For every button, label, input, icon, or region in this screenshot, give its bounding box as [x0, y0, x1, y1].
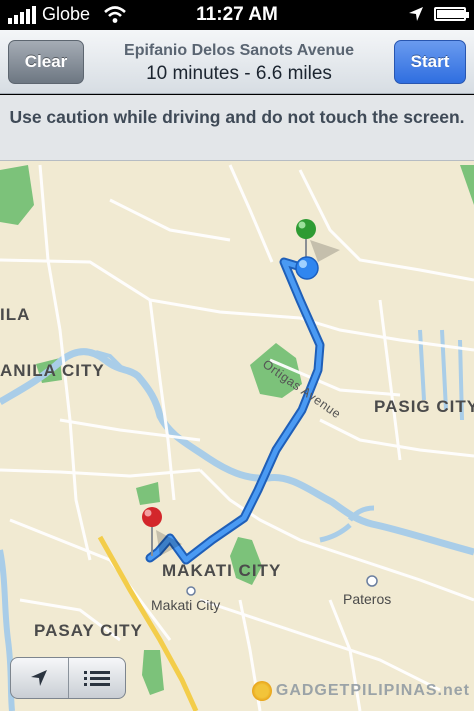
park-area [460, 165, 474, 205]
destination-name: Epifanio Delos Sanots Avenue [124, 42, 354, 59]
map-view[interactable]: ILA ANILA CITY Ortigas Avenue PASIG CITY… [0, 161, 474, 711]
route-title: Epifanio Delos Sanots Avenue 10 minutes … [92, 42, 386, 85]
sun-logo-icon [251, 681, 272, 701]
map-label-pateros: Pateros [343, 591, 392, 607]
location-arrow-icon [31, 670, 48, 686]
map-label-manila-city: ANILA CITY [0, 361, 105, 380]
watermark: GADGETPILIPINAS.net [251, 681, 470, 701]
map-label-pasay-city: PASAY CITY [34, 621, 143, 640]
battery-icon [434, 7, 469, 21]
park-area [136, 482, 160, 505]
current-location-icon [295, 256, 319, 280]
map-label-makati-city: MAKATI CITY [162, 561, 282, 580]
status-time: 11:27 AM [196, 4, 278, 25]
start-pin-icon [296, 219, 340, 262]
status-bar: Globe 11:27 AM [0, 0, 474, 30]
route-line [145, 257, 325, 565]
map-label-ila: ILA [0, 305, 31, 324]
caution-banner: Use caution while driving and do not tou… [0, 95, 474, 161]
place-marker-icon [186, 586, 196, 596]
list-button[interactable] [67, 658, 126, 698]
park-area [142, 650, 164, 695]
watermark-text: GADGETPILIPINAS.net [275, 682, 470, 699]
place-marker-icon [366, 575, 378, 587]
map-label-makati-city-small: Makati City [151, 597, 221, 613]
map-controls [10, 657, 126, 699]
clear-button[interactable]: Clear [8, 40, 84, 84]
map-label-pasig-city: PASIG CITY [374, 397, 474, 416]
navigation-bar: Clear Epifanio Delos Sanots Avenue 10 mi… [0, 30, 474, 94]
route-summary: 10 minutes - 6.6 miles [146, 63, 332, 84]
list-icon [83, 671, 110, 686]
start-button[interactable]: Start [394, 40, 466, 84]
location-services-icon [409, 7, 423, 21]
park-area [0, 165, 34, 225]
locate-button[interactable] [11, 658, 68, 698]
